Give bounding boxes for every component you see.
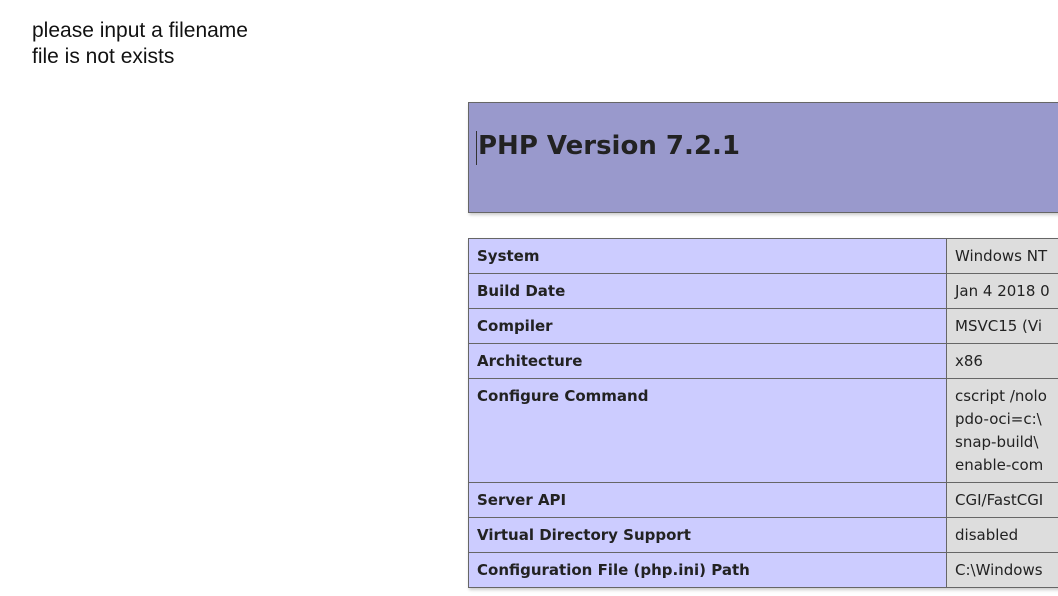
- row-value: disabled: [946, 517, 1058, 553]
- row-key: Configure Command: [468, 378, 947, 483]
- table-row: Architecture x86: [468, 343, 1058, 379]
- phpinfo-header: PHP Version 7.2.1: [468, 102, 1058, 213]
- row-key: Architecture: [468, 343, 947, 379]
- table-row: Server API CGI/FastCGI: [468, 482, 1058, 518]
- configure-command-line: enable-com: [955, 456, 1044, 474]
- text-cursor: [476, 131, 477, 165]
- row-key: Server API: [468, 482, 947, 518]
- row-value: MSVC15 (Vi: [946, 308, 1058, 344]
- row-value: Jan 4 2018 0: [946, 273, 1058, 309]
- table-row: System Windows NT: [468, 238, 1058, 274]
- table-row: Compiler MSVC15 (Vi: [468, 308, 1058, 344]
- table-row: Configuration File (php.ini) Path C:\Win…: [468, 552, 1058, 588]
- row-value: C:\Windows: [946, 552, 1058, 588]
- row-key: Virtual Directory Support: [468, 517, 947, 553]
- table-row: Virtual Directory Support disabled: [468, 517, 1058, 553]
- table-row: Build Date Jan 4 2018 0: [468, 273, 1058, 309]
- page-title: PHP Version 7.2.1: [478, 131, 740, 161]
- row-value: x86: [946, 343, 1058, 379]
- row-value: CGI/FastCGI: [946, 482, 1058, 518]
- configure-command-line: pdo-oci=c:\: [955, 410, 1042, 428]
- configure-command-line: cscript /nolo: [955, 387, 1047, 405]
- row-key: Compiler: [468, 308, 947, 344]
- message-file-not-exists: file is not exists: [32, 45, 175, 68]
- phpinfo-table: System Windows NT Build Date Jan 4 2018 …: [468, 238, 1058, 588]
- row-key: Configuration File (php.ini) Path: [468, 552, 947, 588]
- row-key: System: [468, 238, 947, 274]
- message-input-filename: please input a filename: [32, 19, 248, 42]
- row-key: Build Date: [468, 273, 947, 309]
- configure-command-line: snap-build\: [955, 433, 1039, 451]
- output-messages: please input a filename file is not exis…: [32, 18, 248, 70]
- table-row: Configure Command cscript /nolo pdo-oci=…: [468, 378, 1058, 483]
- row-value: cscript /nolo pdo-oci=c:\ snap-build\ en…: [946, 378, 1058, 483]
- row-value: Windows NT: [946, 238, 1058, 274]
